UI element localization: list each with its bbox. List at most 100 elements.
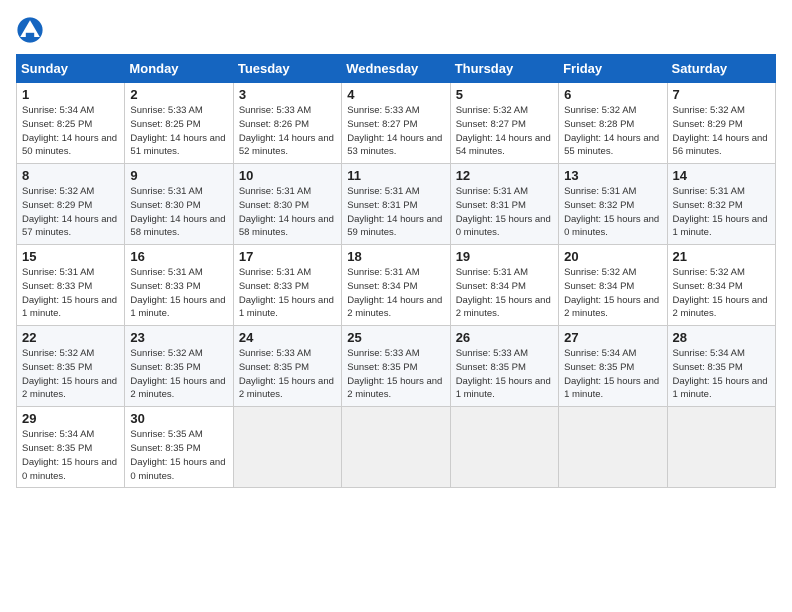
calendar-cell: 18 Sunrise: 5:31 AM Sunset: 8:34 PM Dayl… bbox=[342, 245, 450, 326]
calendar-cell: 10 Sunrise: 5:31 AM Sunset: 8:30 PM Dayl… bbox=[233, 164, 341, 245]
day-detail: Sunrise: 5:31 AM Sunset: 8:33 PM Dayligh… bbox=[22, 266, 119, 321]
day-detail: Sunrise: 5:32 AM Sunset: 8:28 PM Dayligh… bbox=[564, 104, 661, 159]
day-detail: Sunrise: 5:31 AM Sunset: 8:32 PM Dayligh… bbox=[673, 185, 770, 240]
calendar-body: 1 Sunrise: 5:34 AM Sunset: 8:25 PM Dayli… bbox=[17, 83, 776, 488]
calendar-cell: 5 Sunrise: 5:32 AM Sunset: 8:27 PM Dayli… bbox=[450, 83, 558, 164]
calendar-cell bbox=[450, 407, 558, 488]
day-number: 8 bbox=[22, 168, 119, 183]
calendar-cell bbox=[342, 407, 450, 488]
day-number: 21 bbox=[673, 249, 770, 264]
calendar-cell: 15 Sunrise: 5:31 AM Sunset: 8:33 PM Dayl… bbox=[17, 245, 125, 326]
day-detail: Sunrise: 5:32 AM Sunset: 8:35 PM Dayligh… bbox=[22, 347, 119, 402]
calendar-cell bbox=[233, 407, 341, 488]
header-cell-sunday: Sunday bbox=[17, 55, 125, 83]
day-detail: Sunrise: 5:31 AM Sunset: 8:33 PM Dayligh… bbox=[239, 266, 336, 321]
day-number: 3 bbox=[239, 87, 336, 102]
day-number: 1 bbox=[22, 87, 119, 102]
day-number: 14 bbox=[673, 168, 770, 183]
day-number: 6 bbox=[564, 87, 661, 102]
calendar-cell: 12 Sunrise: 5:31 AM Sunset: 8:31 PM Dayl… bbox=[450, 164, 558, 245]
calendar-cell: 16 Sunrise: 5:31 AM Sunset: 8:33 PM Dayl… bbox=[125, 245, 233, 326]
day-detail: Sunrise: 5:33 AM Sunset: 8:25 PM Dayligh… bbox=[130, 104, 227, 159]
day-detail: Sunrise: 5:33 AM Sunset: 8:35 PM Dayligh… bbox=[456, 347, 553, 402]
calendar-cell: 11 Sunrise: 5:31 AM Sunset: 8:31 PM Dayl… bbox=[342, 164, 450, 245]
day-detail: Sunrise: 5:33 AM Sunset: 8:26 PM Dayligh… bbox=[239, 104, 336, 159]
calendar-cell: 7 Sunrise: 5:32 AM Sunset: 8:29 PM Dayli… bbox=[667, 83, 775, 164]
logo-icon bbox=[16, 16, 44, 44]
calendar-cell: 19 Sunrise: 5:31 AM Sunset: 8:34 PM Dayl… bbox=[450, 245, 558, 326]
calendar-cell: 4 Sunrise: 5:33 AM Sunset: 8:27 PM Dayli… bbox=[342, 83, 450, 164]
calendar-cell: 23 Sunrise: 5:32 AM Sunset: 8:35 PM Dayl… bbox=[125, 326, 233, 407]
calendar-week-5: 29 Sunrise: 5:34 AM Sunset: 8:35 PM Dayl… bbox=[17, 407, 776, 488]
calendar-week-4: 22 Sunrise: 5:32 AM Sunset: 8:35 PM Dayl… bbox=[17, 326, 776, 407]
day-number: 10 bbox=[239, 168, 336, 183]
day-number: 9 bbox=[130, 168, 227, 183]
calendar-cell: 14 Sunrise: 5:31 AM Sunset: 8:32 PM Dayl… bbox=[667, 164, 775, 245]
day-detail: Sunrise: 5:32 AM Sunset: 8:29 PM Dayligh… bbox=[22, 185, 119, 240]
day-number: 27 bbox=[564, 330, 661, 345]
day-detail: Sunrise: 5:31 AM Sunset: 8:32 PM Dayligh… bbox=[564, 185, 661, 240]
day-detail: Sunrise: 5:32 AM Sunset: 8:35 PM Dayligh… bbox=[130, 347, 227, 402]
calendar-cell: 27 Sunrise: 5:34 AM Sunset: 8:35 PM Dayl… bbox=[559, 326, 667, 407]
page-header bbox=[16, 16, 776, 44]
day-number: 28 bbox=[673, 330, 770, 345]
calendar-cell: 29 Sunrise: 5:34 AM Sunset: 8:35 PM Dayl… bbox=[17, 407, 125, 488]
day-number: 11 bbox=[347, 168, 444, 183]
calendar-cell: 25 Sunrise: 5:33 AM Sunset: 8:35 PM Dayl… bbox=[342, 326, 450, 407]
calendar-week-2: 8 Sunrise: 5:32 AM Sunset: 8:29 PM Dayli… bbox=[17, 164, 776, 245]
calendar-cell: 3 Sunrise: 5:33 AM Sunset: 8:26 PM Dayli… bbox=[233, 83, 341, 164]
day-number: 22 bbox=[22, 330, 119, 345]
day-number: 17 bbox=[239, 249, 336, 264]
calendar-table: SundayMondayTuesdayWednesdayThursdayFrid… bbox=[16, 54, 776, 488]
day-detail: Sunrise: 5:31 AM Sunset: 8:30 PM Dayligh… bbox=[239, 185, 336, 240]
header-cell-monday: Monday bbox=[125, 55, 233, 83]
calendar-cell: 17 Sunrise: 5:31 AM Sunset: 8:33 PM Dayl… bbox=[233, 245, 341, 326]
calendar-week-3: 15 Sunrise: 5:31 AM Sunset: 8:33 PM Dayl… bbox=[17, 245, 776, 326]
day-number: 29 bbox=[22, 411, 119, 426]
calendar-cell: 20 Sunrise: 5:32 AM Sunset: 8:34 PM Dayl… bbox=[559, 245, 667, 326]
day-detail: Sunrise: 5:33 AM Sunset: 8:27 PM Dayligh… bbox=[347, 104, 444, 159]
calendar-cell: 24 Sunrise: 5:33 AM Sunset: 8:35 PM Dayl… bbox=[233, 326, 341, 407]
day-detail: Sunrise: 5:31 AM Sunset: 8:31 PM Dayligh… bbox=[347, 185, 444, 240]
calendar-cell: 28 Sunrise: 5:34 AM Sunset: 8:35 PM Dayl… bbox=[667, 326, 775, 407]
day-detail: Sunrise: 5:34 AM Sunset: 8:35 PM Dayligh… bbox=[22, 428, 119, 483]
day-detail: Sunrise: 5:32 AM Sunset: 8:34 PM Dayligh… bbox=[564, 266, 661, 321]
calendar-cell: 26 Sunrise: 5:33 AM Sunset: 8:35 PM Dayl… bbox=[450, 326, 558, 407]
day-detail: Sunrise: 5:34 AM Sunset: 8:25 PM Dayligh… bbox=[22, 104, 119, 159]
day-number: 7 bbox=[673, 87, 770, 102]
day-detail: Sunrise: 5:31 AM Sunset: 8:31 PM Dayligh… bbox=[456, 185, 553, 240]
day-detail: Sunrise: 5:35 AM Sunset: 8:35 PM Dayligh… bbox=[130, 428, 227, 483]
calendar-cell: 9 Sunrise: 5:31 AM Sunset: 8:30 PM Dayli… bbox=[125, 164, 233, 245]
calendar-cell: 21 Sunrise: 5:32 AM Sunset: 8:34 PM Dayl… bbox=[667, 245, 775, 326]
header-cell-tuesday: Tuesday bbox=[233, 55, 341, 83]
day-detail: Sunrise: 5:32 AM Sunset: 8:34 PM Dayligh… bbox=[673, 266, 770, 321]
day-number: 13 bbox=[564, 168, 661, 183]
header-cell-thursday: Thursday bbox=[450, 55, 558, 83]
calendar-cell: 6 Sunrise: 5:32 AM Sunset: 8:28 PM Dayli… bbox=[559, 83, 667, 164]
day-number: 20 bbox=[564, 249, 661, 264]
day-number: 12 bbox=[456, 168, 553, 183]
day-number: 18 bbox=[347, 249, 444, 264]
day-number: 24 bbox=[239, 330, 336, 345]
day-detail: Sunrise: 5:31 AM Sunset: 8:34 PM Dayligh… bbox=[347, 266, 444, 321]
header-cell-wednesday: Wednesday bbox=[342, 55, 450, 83]
day-number: 15 bbox=[22, 249, 119, 264]
calendar-cell: 1 Sunrise: 5:34 AM Sunset: 8:25 PM Dayli… bbox=[17, 83, 125, 164]
header-cell-saturday: Saturday bbox=[667, 55, 775, 83]
calendar-week-1: 1 Sunrise: 5:34 AM Sunset: 8:25 PM Dayli… bbox=[17, 83, 776, 164]
day-number: 2 bbox=[130, 87, 227, 102]
day-number: 4 bbox=[347, 87, 444, 102]
day-detail: Sunrise: 5:31 AM Sunset: 8:33 PM Dayligh… bbox=[130, 266, 227, 321]
calendar-cell: 30 Sunrise: 5:35 AM Sunset: 8:35 PM Dayl… bbox=[125, 407, 233, 488]
logo bbox=[16, 16, 48, 44]
day-detail: Sunrise: 5:31 AM Sunset: 8:34 PM Dayligh… bbox=[456, 266, 553, 321]
day-number: 25 bbox=[347, 330, 444, 345]
calendar-cell: 8 Sunrise: 5:32 AM Sunset: 8:29 PM Dayli… bbox=[17, 164, 125, 245]
day-number: 30 bbox=[130, 411, 227, 426]
calendar-cell bbox=[559, 407, 667, 488]
day-detail: Sunrise: 5:33 AM Sunset: 8:35 PM Dayligh… bbox=[239, 347, 336, 402]
day-number: 26 bbox=[456, 330, 553, 345]
day-detail: Sunrise: 5:32 AM Sunset: 8:27 PM Dayligh… bbox=[456, 104, 553, 159]
day-number: 5 bbox=[456, 87, 553, 102]
day-number: 16 bbox=[130, 249, 227, 264]
